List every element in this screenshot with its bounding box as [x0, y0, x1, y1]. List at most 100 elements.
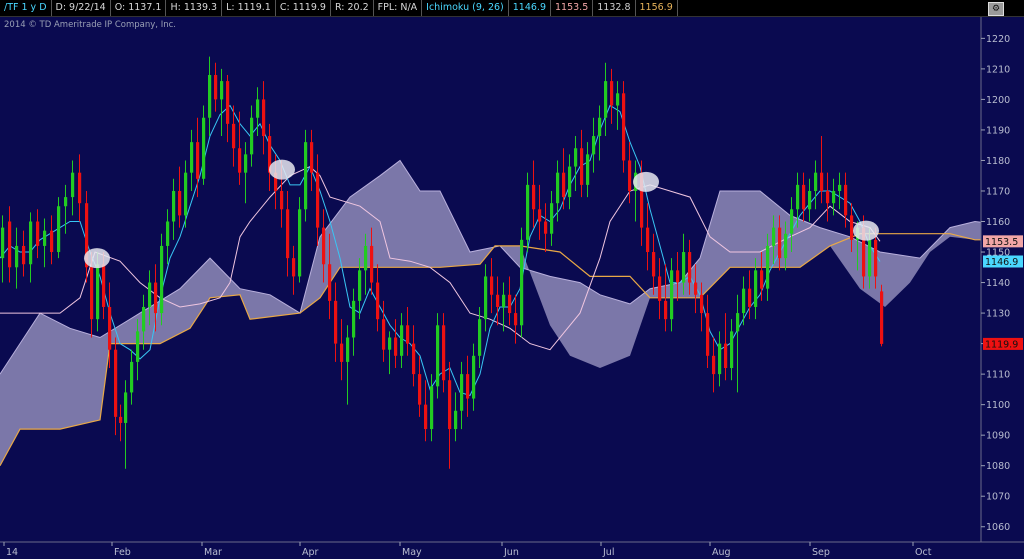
- candle-body: [358, 270, 362, 301]
- candle-body: [316, 172, 320, 228]
- candle-body: [43, 230, 47, 246]
- candle-body: [96, 264, 100, 320]
- candle-body: [754, 270, 758, 307]
- candle-body: [298, 209, 302, 277]
- candle-body: [844, 184, 848, 216]
- candle-body: [670, 270, 674, 320]
- candle-body: [57, 206, 61, 253]
- candle-body: [50, 230, 54, 253]
- candle-body: [388, 337, 392, 350]
- candle-body: [148, 282, 152, 307]
- candle-body: [382, 319, 386, 350]
- candle-body: [418, 374, 422, 405]
- candle-body: [796, 184, 800, 210]
- candle-body: [364, 245, 368, 271]
- y-tick-label: 1200: [986, 95, 1010, 106]
- y-tick-label: 1080: [986, 461, 1010, 472]
- y-tick-label: 1060: [986, 522, 1010, 533]
- candle-body: [376, 282, 380, 320]
- candle-body: [652, 252, 656, 277]
- candle-body: [688, 252, 692, 283]
- candle-body: [604, 81, 608, 118]
- candle-body: [226, 81, 230, 124]
- candle-body: [436, 325, 440, 387]
- candle-body: [478, 319, 482, 356]
- candle-body: [562, 172, 566, 198]
- candle-body: [220, 81, 224, 100]
- candle-body: [664, 300, 668, 320]
- y-tick-label: 1180: [986, 156, 1010, 167]
- candle-body: [322, 227, 326, 265]
- candle-body: [832, 190, 836, 204]
- candle-body: [484, 276, 488, 320]
- candle-body: [250, 117, 254, 155]
- candle-body: [544, 221, 548, 234]
- candle-body: [526, 184, 530, 240]
- candle-body: [520, 239, 524, 326]
- candle-body: [346, 337, 350, 362]
- candle-body: [280, 190, 284, 210]
- candle-body: [244, 154, 248, 173]
- candle-body: [256, 99, 260, 118]
- x-tick-label: Sep: [812, 547, 830, 558]
- candle-body: [502, 294, 506, 307]
- candle-body: [610, 81, 614, 106]
- candle-body: [472, 355, 476, 399]
- candle-body: [454, 410, 458, 430]
- price-label-text: 1119.9: [985, 339, 1018, 350]
- candle-body: [208, 74, 212, 118]
- highlight-marker: [633, 171, 659, 192]
- y-tick-label: 1210: [986, 64, 1010, 75]
- candle-body: [114, 349, 118, 417]
- candle-body: [598, 117, 602, 137]
- candle-body: [874, 239, 878, 277]
- candle-body: [292, 258, 296, 277]
- candle-body: [124, 392, 128, 423]
- candle-body: [232, 123, 236, 149]
- candle-body: [78, 172, 82, 204]
- candle-body: [694, 282, 698, 295]
- highlight-marker: [853, 220, 879, 241]
- candle-body: [8, 221, 12, 268]
- candle-body: [238, 148, 242, 173]
- candle-body: [802, 184, 806, 210]
- candle-body: [514, 313, 518, 326]
- candle-body: [36, 221, 40, 246]
- y-tick-label: 1220: [986, 34, 1010, 45]
- candle-body: [682, 252, 686, 283]
- x-tick-label: Jun: [503, 547, 519, 558]
- candle-body: [310, 142, 314, 173]
- candle-body: [826, 190, 830, 204]
- candle-body: [108, 306, 112, 350]
- candle-body: [508, 294, 512, 314]
- candle-body: [808, 190, 812, 210]
- highlight-marker: [269, 159, 295, 180]
- ichimoku-cloud: [0, 160, 1024, 466]
- candle-body: [820, 172, 824, 191]
- candle-body: [838, 184, 842, 191]
- x-tick-label: 14: [6, 547, 18, 558]
- candle-body: [616, 93, 620, 106]
- candle-body: [760, 270, 764, 289]
- y-tick-label: 1090: [986, 431, 1010, 442]
- x-tick-label: Apr: [302, 547, 319, 558]
- y-tick-label: 1070: [986, 492, 1010, 503]
- candle-body: [550, 203, 554, 234]
- candle-body: [736, 313, 740, 332]
- candle-body: [90, 267, 94, 320]
- candle-body: [178, 190, 182, 216]
- candle-body: [154, 282, 158, 314]
- candle-body: [496, 294, 500, 307]
- chart-window: /TF 1 y D D: 9/22/14 O: 1137.1 H: 1139.3…: [0, 0, 1024, 559]
- candle-body: [574, 148, 578, 167]
- candle-body: [766, 245, 770, 289]
- candle-body: [15, 245, 19, 268]
- price-chart[interactable]: 1060107010801090110011101120113011401150…: [0, 0, 1024, 559]
- candle-body: [334, 300, 338, 344]
- price-label-text: 1146.9: [985, 257, 1018, 268]
- candle-body: [592, 136, 596, 155]
- candle-body: [328, 264, 332, 301]
- candle-body: [29, 221, 33, 265]
- candle-body: [166, 221, 170, 246]
- candle-body: [706, 313, 710, 356]
